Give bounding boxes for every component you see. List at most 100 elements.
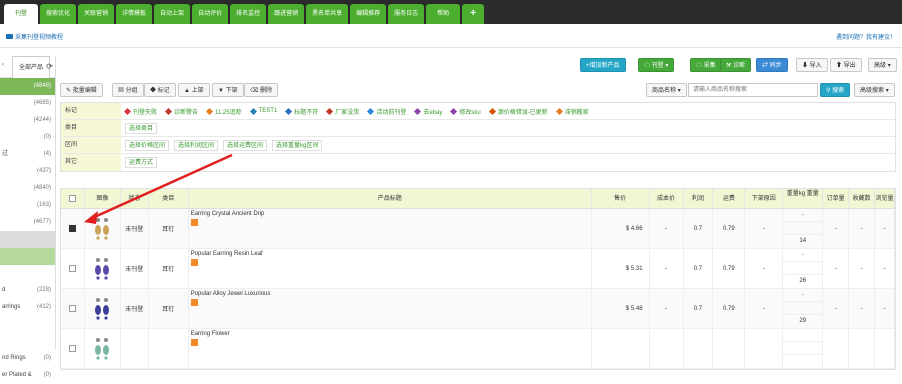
tag-filter[interactable]: 去ebay (414, 107, 442, 116)
category-item[interactable]: (437) (0, 163, 55, 180)
refresh-icon[interactable]: ⟳ (46, 58, 53, 75)
add-tab-button[interactable]: + (462, 4, 485, 24)
category-item[interactable] (0, 231, 55, 248)
tab-11[interactable]: 帮助 (426, 4, 461, 24)
batch-edit-button[interactable]: ✎ 批量编辑 (60, 83, 103, 97)
tag-filter[interactable]: TEST1 (249, 107, 277, 115)
group-button[interactable]: ▦ 分组 (112, 83, 144, 97)
category-item[interactable] (0, 316, 55, 333)
chevron-left-icon[interactable]: ‹ (2, 62, 4, 68)
list-up-button[interactable]: ▲ 上架 (178, 83, 210, 97)
edit-icon[interactable] (190, 339, 198, 346)
select-category-chip[interactable]: 选择类目 (125, 122, 158, 134)
product-thumbnail[interactable] (92, 254, 112, 284)
category-item[interactable]: er Plated & (0) (0, 367, 55, 384)
table-cell: - (875, 289, 895, 328)
tutorial-link[interactable]: 采集刊登视频教程 (6, 32, 63, 41)
category-item[interactable]: nd Rings (0) (0, 350, 55, 367)
tag-filter[interactable]: 修改sku (450, 107, 481, 116)
orders-text: - (834, 305, 837, 312)
weight-range-chip[interactable]: 选择重量kg区间 (272, 139, 323, 151)
row-checkbox[interactable] (68, 305, 76, 312)
category-item[interactable]: (4685) (0, 95, 55, 112)
checkbox[interactable] (68, 195, 76, 202)
tab-9[interactable]: 编辑推荐 (350, 4, 387, 24)
category-count: (4685) (33, 100, 51, 106)
category-item[interactable]: arrings (412) (0, 299, 55, 316)
category-item[interactable]: (4677) (0, 214, 55, 231)
tab-6[interactable]: 排名监控 (230, 4, 267, 24)
product-title-link[interactable]: Popular Alloy Jewel Luxurious (191, 291, 271, 297)
category-item[interactable]: (163) (0, 197, 55, 214)
category-item[interactable] (0, 248, 55, 265)
tag-filter[interactable]: 标题不符 (285, 107, 318, 116)
collect-button[interactable]: ☁ 采集 (690, 58, 722, 72)
import-button[interactable]: ⬇ 导入 (796, 58, 828, 72)
freight-range-chip[interactable]: 选择运费区间 (223, 139, 268, 151)
category-item[interactable]: d (228) (0, 282, 55, 299)
tab-1[interactable]: 搜索优化 (40, 4, 77, 24)
advanced-button[interactable]: 高级 ▾ (868, 58, 897, 72)
category-item[interactable]: (0) (0, 129, 55, 146)
feedback-link[interactable]: 遇到问题？我有建议！ (836, 32, 896, 41)
product-title-link[interactable]: Earring Flower (191, 331, 230, 337)
tab-3[interactable]: 详情模板 (116, 4, 153, 24)
tab-all-products[interactable]: 全部产品 (12, 56, 51, 78)
product-title-link[interactable]: Popular Earring Resin Leaf (191, 251, 263, 257)
tab-0[interactable]: 刊登 (4, 4, 38, 24)
mark-button[interactable]: ◆ 标记 (144, 83, 176, 97)
category-item[interactable]: 过 (4) (0, 146, 55, 163)
tag-filter[interactable]: 源价格错误-已更新 (488, 107, 548, 116)
delete-button[interactable]: ⌫ 删除 (244, 83, 279, 97)
search-input[interactable] (688, 83, 818, 97)
product-thumbnail[interactable] (92, 214, 112, 244)
tab-8[interactable]: 黑名单共享 (306, 4, 349, 24)
category-count: (437) (36, 168, 51, 174)
select-all-checkbox[interactable] (61, 189, 85, 208)
price-range-chip[interactable]: 选择价格区间 (125, 139, 170, 151)
edit-icon[interactable] (190, 259, 198, 266)
product-title-link[interactable]: Earring Crystal Ancient Drip (191, 211, 265, 217)
tab-5[interactable]: 自动评价 (192, 4, 229, 24)
shipping-method-chip[interactable]: 运费方式 (125, 157, 158, 168)
category-item[interactable]: (4848) ⟳ (0, 62, 55, 95)
export-button[interactable]: ⬆ 导出 (830, 58, 862, 72)
tag-filter[interactable]: 滞销搬家 (555, 107, 589, 116)
weight-value: 29 (799, 318, 807, 324)
product-thumbnail[interactable] (92, 294, 112, 324)
add-product-button[interactable]: +增加新产品 (580, 58, 626, 72)
table-row[interactable]: 未刊登 耳钉 Popular Earring Resin Leaf $ 5.31 - 0.… (61, 249, 895, 289)
category-item[interactable]: (4244) (0, 112, 55, 129)
tab-7[interactable]: 跟进营销 (268, 4, 305, 24)
tab-4[interactable]: 自动上架 (154, 4, 191, 24)
search-field-select[interactable]: 商品名称 ▾ (646, 83, 687, 97)
tag-filter[interactable]: 厂家没货 (326, 107, 359, 116)
tab-2[interactable]: 关联营销 (78, 4, 115, 24)
advanced-search-button[interactable]: 高级搜索 ▾ (854, 83, 895, 97)
category-item[interactable] (0, 265, 55, 282)
category-item[interactable]: (4840) (0, 180, 55, 197)
edit-icon[interactable] (190, 219, 198, 226)
column-header: 利润 (684, 189, 714, 208)
table-row[interactable]: 未刊登 耳钉 Earring Crystal Ancient Drip $ 4.66 -… (61, 209, 895, 249)
table-row[interactable]: Earring Flower (61, 329, 895, 369)
diagnose-button[interactable]: ⚒ 诊断 (720, 58, 752, 72)
publish-button[interactable]: ☁ 刊登 ▾ (638, 58, 675, 72)
list-down-button[interactable]: ▼ 下架 (212, 83, 244, 97)
row-checkbox[interactable] (68, 225, 76, 232)
tab-10[interactable]: 服务日志 (388, 4, 425, 24)
category-item[interactable] (0, 333, 55, 350)
row-checkbox[interactable] (68, 265, 76, 272)
edit-icon[interactable] (190, 299, 198, 306)
weight-value (783, 355, 822, 368)
tag-filter[interactable]: 活动前刊登 (367, 107, 406, 116)
tag-filter[interactable]: 诊断警告 (164, 107, 198, 116)
tag-filter[interactable]: 11.25追踪 (205, 107, 242, 116)
column-header: 状态 (121, 189, 149, 208)
table-row[interactable]: 未刊登 耳钉 Popular Alloy Jewel Luxurious $ 5.48… (61, 289, 895, 329)
tag-filter[interactable]: 刊登失败 (123, 107, 157, 116)
profit-range-chip[interactable]: 选择利润区间 (174, 139, 219, 151)
filter-row-tags: 标记 刊登失败 诊断警告 11.25追踪 TEST1 标题不符 厂家没货 活动前刊登 去eba… (61, 103, 895, 120)
search-button[interactable]: ⚲ 搜索 (820, 83, 851, 97)
sync-button[interactable]: ⇄ 同步 (756, 58, 788, 72)
